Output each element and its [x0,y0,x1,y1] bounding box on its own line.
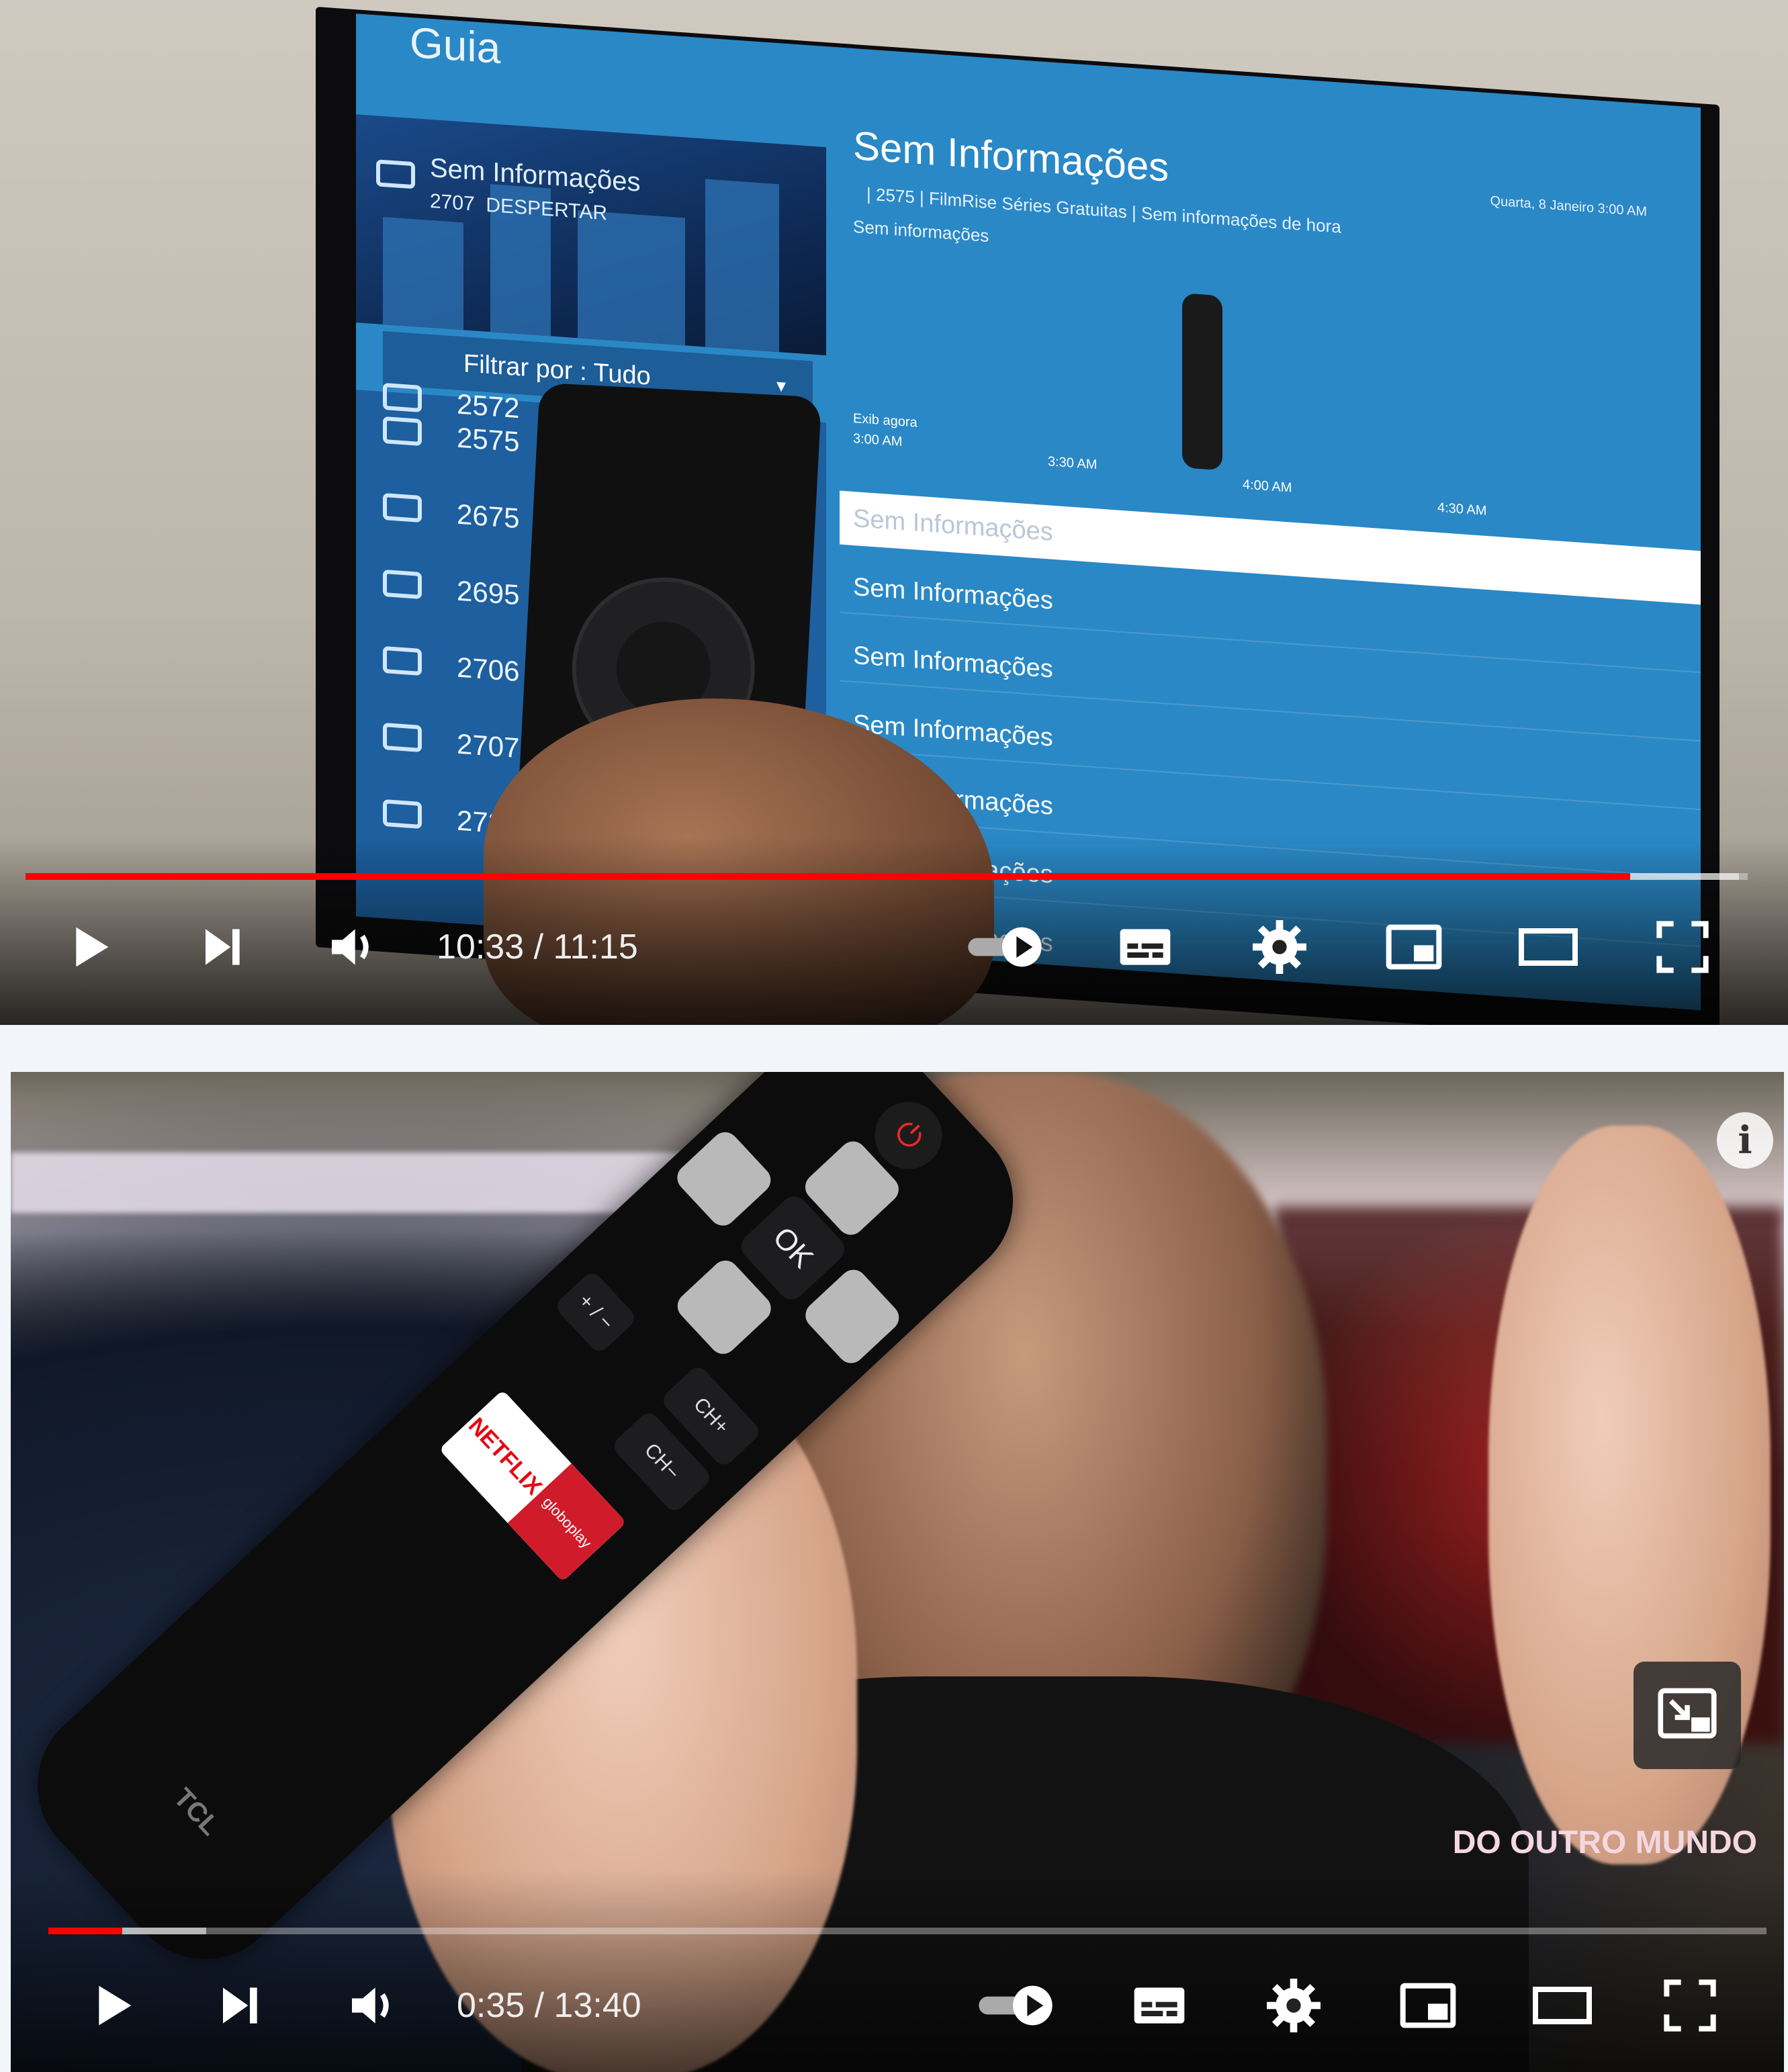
tv-channel-icon [383,492,422,523]
time-display: 0:35 / 13:40 [457,1986,641,2025]
player-controls: 0:35 / 13:40 [11,1958,1784,2053]
tv-channel-icon [383,382,422,413]
settings-icon [1253,920,1306,974]
guide-thumbnail [356,114,826,356]
remote-hint-image [1182,293,1222,471]
settings-icon [1267,1979,1321,2032]
player-controls: 10:33 / 11:15 [0,900,1788,994]
volume-icon [352,1987,389,2024]
subtitles-button[interactable] [1119,1958,1200,2053]
tv-channel-icon [383,569,422,600]
miniplayer-icon [1386,924,1442,970]
theater-mode-button[interactable] [1508,900,1589,994]
tv-channel-icon [383,722,422,753]
now-header: Exib agora [853,410,918,431]
progress-played [26,873,1630,880]
channel-number: 2572 [457,388,520,424]
theater-mode-button[interactable] [1522,1958,1603,2053]
subtitles-button[interactable] [1105,900,1186,994]
autoplay-toggle-icon [979,1985,1053,2026]
netflix-globoplay-key: NETFLIX globoplay [439,1390,627,1582]
subtitles-icon [1120,929,1171,965]
subtitles-icon [1134,1987,1185,2024]
play-icon [76,927,109,967]
expand-button[interactable] [1634,1662,1741,1769]
miniplayer-icon [1400,1983,1456,2028]
fullscreen-button[interactable] [1642,900,1723,994]
guide-time-label: 3:00 AM [853,431,903,450]
expand-icon [1658,1688,1717,1739]
miniplayer-button[interactable] [1374,900,1454,994]
progress-played [48,1928,122,1934]
info-icon: i [1738,1118,1752,1163]
play-button[interactable] [71,1958,152,2053]
tv-channel-icon [383,799,422,829]
fullscreen-icon [1664,1979,1716,2032]
video-player-2[interactable]: ⏻ OK + / − CH+ CH− NETFLIX globoplay TCL… [11,1072,1784,2072]
channel-number: 2675 [457,498,520,535]
info-title: Sem Informações [853,122,1169,190]
settings-button[interactable] [1239,900,1320,994]
autoplay-toggle[interactable] [954,900,1061,994]
volume-button[interactable] [333,1958,414,2053]
tv-channel-icon [376,159,415,189]
next-button[interactable] [181,900,262,994]
guide-time-label: 4:00 AM [1243,477,1292,496]
channel-watermark: DO OUTRO MUNDO [1452,1825,1757,1860]
miniplayer-button[interactable] [1388,1958,1468,2053]
next-button[interactable] [199,1958,279,2053]
info-subline: Sem informações [853,216,989,246]
channel-number: 2575 [457,421,520,458]
remote-vol-key: + / − [553,1269,639,1355]
background-shelf [11,1153,682,1213]
theater-icon [1533,1987,1592,2024]
play-icon [99,1985,132,2026]
autoplay-toggle[interactable] [965,1958,1072,2053]
next-icon [223,1987,257,2024]
fullscreen-icon [1656,921,1709,973]
channel-number: 2695 [457,574,520,611]
guide-title: Guia [410,17,501,73]
guide-time-label: 3:30 AM [1048,454,1098,473]
progress-bar[interactable] [26,873,1748,880]
channel-number: 2706 [457,651,520,688]
progress-bar[interactable] [48,1928,1767,1934]
guide-time-label: 4:30 AM [1437,500,1487,519]
time-display: 10:33 / 11:15 [437,928,638,966]
remote-brand: TCL [168,1783,226,1842]
info-button[interactable]: i [1717,1112,1773,1169]
settings-button[interactable] [1253,1958,1334,2053]
theater-icon [1519,928,1578,966]
info-date: Quarta, 8 Janeiro 3:00 AM [1490,193,1647,220]
channel-number: 2707 [457,727,520,764]
video-player-1[interactable]: Guia Sem Informações 2707 DESPERTAR Filt… [0,0,1788,1025]
autoplay-toggle-icon [968,927,1042,967]
next-icon [206,929,240,965]
volume-button[interactable] [313,900,394,994]
play-button[interactable] [48,900,129,994]
volume-icon [332,929,369,965]
fullscreen-button[interactable] [1650,1958,1730,2053]
tv-channel-icon [383,645,422,676]
tv-channel-icon [383,416,422,447]
